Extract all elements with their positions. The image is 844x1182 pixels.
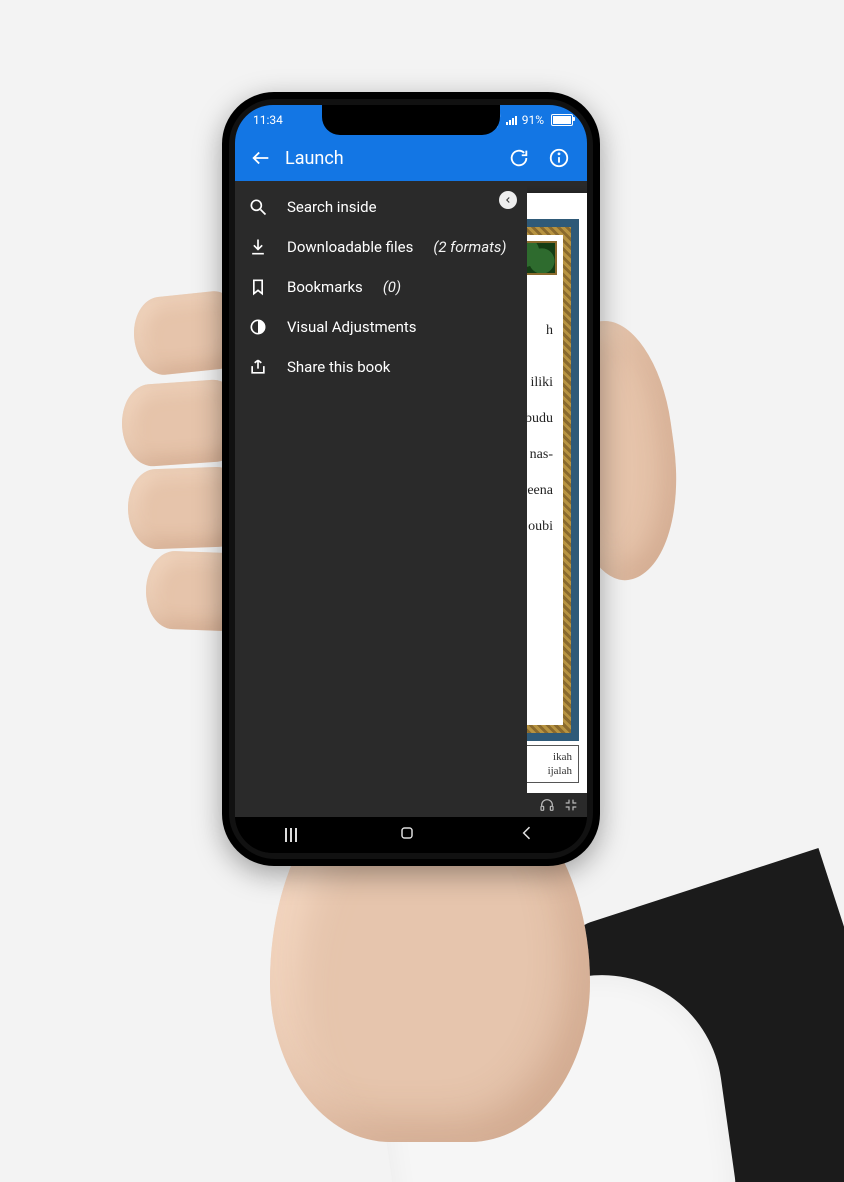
- page-text-fragment: oubi: [528, 519, 553, 535]
- page-footer-text: ikah: [553, 750, 572, 764]
- menu-item-suffix: (0): [383, 278, 401, 296]
- refresh-button[interactable]: [499, 138, 539, 178]
- battery-icon: [551, 114, 573, 126]
- menu-item-search-inside[interactable]: Search inside: [235, 187, 527, 227]
- menu-item-label: Search inside: [287, 198, 377, 216]
- info-button[interactable]: [539, 138, 579, 178]
- back-button[interactable]: [241, 138, 281, 178]
- page-text-fragment: h: [546, 323, 553, 339]
- page-ornament: [525, 241, 557, 275]
- fullscreen-exit-icon: [563, 797, 579, 813]
- menu-item-label: Bookmarks: [287, 278, 363, 296]
- menu-item-share-book[interactable]: Share this book: [235, 347, 527, 387]
- collapse-panel-button[interactable]: [499, 191, 517, 209]
- menu-item-label: Visual Adjustments: [287, 318, 417, 336]
- search-icon: [245, 194, 271, 220]
- phone-screen: 11:34 4G ↓↑ 91% Launc: [235, 105, 587, 853]
- info-icon: [548, 147, 570, 169]
- menu-item-label: Downloadable files: [287, 238, 413, 256]
- read-aloud-button[interactable]: [537, 795, 557, 815]
- page-footer-box: ikah ijalah: [525, 745, 579, 783]
- share-icon: [245, 354, 271, 380]
- page-content: h iliki budu nas- eena oubi: [525, 235, 563, 725]
- signal-bars-icon: [506, 115, 517, 125]
- header-title: Launch: [285, 148, 344, 169]
- recents-icon: [285, 828, 297, 842]
- phone-notch: [322, 105, 500, 135]
- contrast-icon: [245, 314, 271, 340]
- menu-item-visual-adjustments[interactable]: Visual Adjustments: [235, 307, 527, 347]
- menu-item-label: Share this book: [287, 358, 390, 376]
- page-footer-text: ijalah: [548, 764, 572, 778]
- bookmark-icon: [245, 274, 271, 300]
- arrow-left-icon: [250, 147, 272, 169]
- home-icon: [397, 823, 417, 843]
- headphones-icon: [539, 797, 555, 813]
- book-page[interactable]: h iliki budu nas- eena oubi ikah ijalah: [525, 193, 587, 799]
- page-text-fragment: nas-: [530, 447, 553, 463]
- phone-frame: 11:34 4G ↓↑ 91% Launc: [222, 92, 600, 866]
- battery-percent: 91%: [522, 113, 544, 127]
- side-panel-menu: Search inside Downloadable files (2 form…: [235, 181, 527, 387]
- download-icon: [245, 234, 271, 260]
- page-text-fragment: eena: [527, 483, 553, 499]
- page-text-fragment: budu: [525, 411, 553, 427]
- page-border: h iliki budu nas- eena oubi: [525, 219, 579, 741]
- menu-item-downloadable-files[interactable]: Downloadable files (2 formats): [235, 227, 527, 267]
- menu-item-suffix: (2 formats): [433, 238, 506, 256]
- chevron-left-icon: [503, 195, 513, 205]
- fullscreen-button[interactable]: [561, 795, 581, 815]
- menu-item-bookmarks[interactable]: Bookmarks (0): [235, 267, 527, 307]
- page-text-fragment: iliki: [530, 375, 553, 391]
- android-home-button[interactable]: [397, 823, 417, 847]
- chevron-left-icon: [517, 823, 537, 843]
- status-time: 11:34: [253, 113, 283, 127]
- refresh-icon: [508, 147, 530, 169]
- android-back-button[interactable]: [517, 823, 537, 847]
- side-panel: Search inside Downloadable files (2 form…: [235, 181, 527, 817]
- android-nav-bar: [235, 817, 587, 853]
- android-recents-button[interactable]: [285, 828, 297, 842]
- app-header: Launch: [235, 135, 587, 181]
